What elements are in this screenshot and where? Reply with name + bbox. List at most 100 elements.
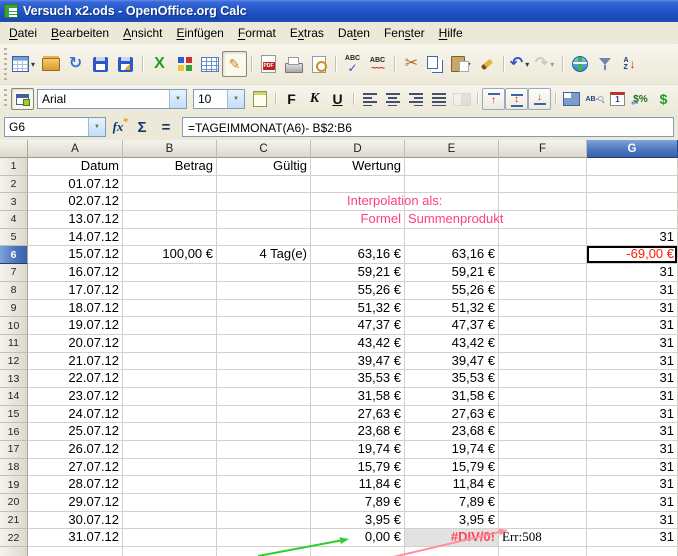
cell-A1[interactable]: Datum (28, 158, 123, 176)
cell-D4[interactable]: Formel (311, 211, 405, 229)
cell-B19[interactable] (123, 476, 217, 494)
formula-input[interactable]: =TAGEIMMONAT(A6)- B$2:B6 (182, 117, 674, 137)
cell-A12[interactable]: 21.07.12 (28, 353, 123, 371)
reload-icon[interactable]: ↻ (63, 51, 88, 77)
cell-G15[interactable]: 31 (587, 406, 678, 424)
cell-G16[interactable]: 31 (587, 423, 678, 441)
menu-fenster[interactable]: Fenster (377, 22, 432, 44)
cell-F11[interactable] (499, 335, 587, 353)
select-all-corner[interactable] (0, 140, 28, 158)
cell-E11[interactable]: 43,42 € (405, 335, 499, 353)
row-header-1[interactable]: 1 (0, 158, 28, 176)
cell-E12[interactable]: 39,47 € (405, 353, 499, 371)
cell-D3[interactable]: Interpolation als: (311, 193, 405, 211)
row-header-19[interactable]: 19 (0, 476, 28, 494)
cut-icon[interactable]: ✂ (399, 51, 424, 77)
cell-D22[interactable]: 0,00 € (311, 529, 405, 547)
currency-format-icon[interactable] (629, 88, 652, 110)
align-right-icon[interactable] (404, 88, 427, 110)
cell-C19[interactable] (217, 476, 311, 494)
cell-E8[interactable]: 55,26 € (405, 282, 499, 300)
cell-D17[interactable]: 19,74 € (311, 441, 405, 459)
cell-F21[interactable] (499, 512, 587, 530)
cell-D9[interactable]: 51,32 € (311, 300, 405, 318)
row-header-8[interactable]: 8 (0, 282, 28, 300)
format-paintbrush-icon[interactable] (474, 51, 499, 77)
cell-G8[interactable]: 31 (587, 282, 678, 300)
cell-C4[interactable] (217, 211, 311, 229)
menu-ansicht[interactable]: Ansicht (116, 22, 169, 44)
cell-A4[interactable]: 13.07.12 (28, 211, 123, 229)
cell-C3[interactable] (217, 193, 311, 211)
cell-E2[interactable] (405, 176, 499, 194)
cell-partial[interactable] (28, 547, 123, 556)
cell-E18[interactable]: 15,79 € (405, 459, 499, 477)
row-header-7[interactable]: 7 (0, 264, 28, 282)
dropdown-arrow-icon[interactable]: ▾ (548, 60, 556, 69)
cell-C10[interactable] (217, 317, 311, 335)
name-box[interactable]: G6 ▼ (4, 117, 106, 137)
col-header-B[interactable]: B (123, 140, 217, 158)
cell-B8[interactable] (123, 282, 217, 300)
table-grid-icon[interactable] (197, 51, 222, 77)
row-header-13[interactable]: 13 (0, 370, 28, 388)
cell-G1[interactable] (587, 158, 678, 176)
cell-B16[interactable] (123, 423, 217, 441)
cell-F17[interactable] (499, 441, 587, 459)
copy-icon[interactable] (424, 51, 449, 77)
chevron-down-icon[interactable]: ▼ (88, 118, 105, 136)
date-format-icon[interactable] (606, 88, 629, 110)
cell-B10[interactable] (123, 317, 217, 335)
cell-C1[interactable]: Gültig (217, 158, 311, 176)
cell-B11[interactable] (123, 335, 217, 353)
cell-G5[interactable]: 31 (587, 229, 678, 247)
sort-icon[interactable] (617, 51, 642, 77)
row-header-16[interactable]: 16 (0, 423, 28, 441)
toolbar-drag-handle[interactable] (3, 89, 8, 109)
cell-G10[interactable]: 31 (587, 317, 678, 335)
cell-C18[interactable] (217, 459, 311, 477)
row-header-20[interactable]: 20 (0, 494, 28, 512)
cell-C2[interactable] (217, 176, 311, 194)
cell-A10[interactable]: 19.07.12 (28, 317, 123, 335)
cell-E15[interactable]: 27,63 € (405, 406, 499, 424)
cell-D21[interactable]: 3,95 € (311, 512, 405, 530)
cell-C17[interactable] (217, 441, 311, 459)
font-name-combo[interactable]: Arial (37, 89, 187, 109)
cell-D16[interactable]: 23,68 € (311, 423, 405, 441)
cell-F5[interactable] (499, 229, 587, 247)
row-header-3[interactable]: 3 (0, 193, 28, 211)
cell-A7[interactable]: 16.07.12 (28, 264, 123, 282)
cell-G6[interactable]: -69,00 € (587, 246, 678, 264)
cell-C13[interactable] (217, 370, 311, 388)
cell-A15[interactable]: 24.07.12 (28, 406, 123, 424)
styles-icon[interactable] (11, 88, 34, 110)
cell-F7[interactable] (499, 264, 587, 282)
cell-C9[interactable] (217, 300, 311, 318)
cell-B18[interactable] (123, 459, 217, 477)
cell-A21[interactable]: 30.07.12 (28, 512, 123, 530)
cell-B13[interactable] (123, 370, 217, 388)
cell-G19[interactable]: 31 (587, 476, 678, 494)
cell-G20[interactable]: 31 (587, 494, 678, 512)
cell-D2[interactable] (311, 176, 405, 194)
menu-bearbeiten[interactable]: Bearbeiten (44, 22, 116, 44)
cell-B21[interactable] (123, 512, 217, 530)
currency2-icon[interactable]: $ (652, 88, 675, 110)
save-as-icon[interactable] (113, 51, 138, 77)
document-icon[interactable] (248, 88, 271, 110)
menu-extras[interactable]: Extras (283, 22, 331, 44)
print-icon[interactable] (281, 51, 306, 77)
row-header-9[interactable]: 9 (0, 300, 28, 318)
align-center-icon[interactable] (381, 88, 404, 110)
cell-D19[interactable]: 11,84 € (311, 476, 405, 494)
cell-B4[interactable] (123, 211, 217, 229)
row-header-5[interactable]: 5 (0, 229, 28, 247)
dropdown-arrow-icon[interactable]: ▾ (465, 60, 473, 69)
cell-G13[interactable]: 31 (587, 370, 678, 388)
cell-G9[interactable]: 31 (587, 300, 678, 318)
row-header-12[interactable]: 12 (0, 353, 28, 371)
chevron-down-icon[interactable] (169, 90, 186, 108)
row-header-14[interactable]: 14 (0, 388, 28, 406)
dropdown-arrow-icon[interactable]: ▾ (523, 60, 531, 69)
